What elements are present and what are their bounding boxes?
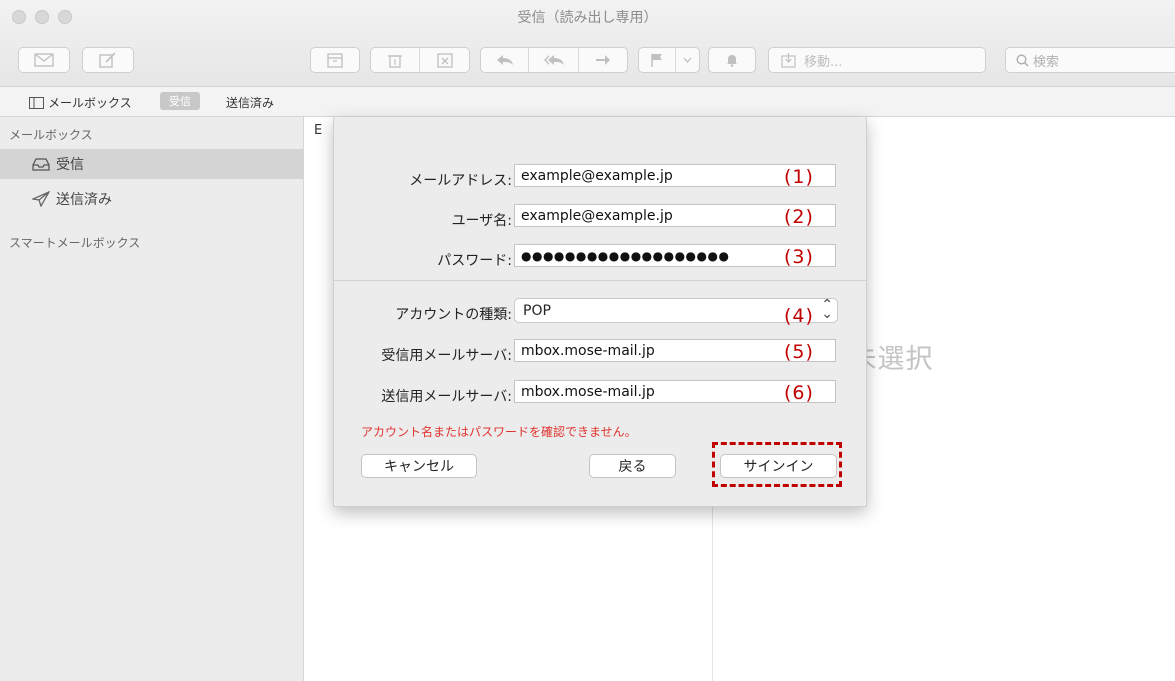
sidebar-item-inbox[interactable]: 受信 [0,149,303,179]
junk-button[interactable] [420,48,469,72]
smart-mailboxes-section-header: スマートメールボックス [9,236,141,250]
favorites-mailboxes-button[interactable]: メールボックス [29,94,132,111]
incoming-server-label: 受信用メールサーバ: [381,348,512,364]
move-to-mailbox-icon [781,52,796,68]
reply-icon [496,55,513,65]
annotation-6: (6) [784,382,814,404]
account-type-value: POP [523,302,551,319]
flag-group [638,47,700,73]
bell-icon [727,55,737,67]
move-button[interactable]: 移動... [768,47,986,73]
forward-arrow-icon [595,55,610,65]
email-label: メールアドレス: [409,173,512,189]
annotation-3: (3) [784,246,814,268]
sidebar-item-sent-label: 送信済み [56,192,112,208]
search-icon [1016,54,1029,66]
sidebar-toggle-icon [29,96,44,109]
username-value: example@example.jp [521,207,673,224]
search-placeholder: 検索 [1033,54,1060,70]
envelope-icon [34,53,54,67]
sidebar: メールボックス 受信 送信済み スマートメールボックス [0,117,304,681]
compose-icon [99,52,116,68]
inbox-tray-icon [32,157,50,171]
search-field[interactable]: 検索 [1005,47,1175,73]
reply-button[interactable] [481,48,530,72]
dialog-divider [334,280,866,281]
junk-icon [436,52,453,68]
annotation-5: (5) [784,341,814,363]
updown-chevron-icon: ⌃ ⌄ [821,297,833,322]
outgoing-server-label: 送信用メールサーバ: [381,389,512,405]
sidebar-item-inbox-label: 受信 [56,157,84,173]
reply-all-button[interactable] [529,48,579,72]
move-label: 移動... [804,54,843,70]
flag-button[interactable] [639,48,676,72]
paper-plane-icon [32,191,50,207]
account-type-label: アカウントの種類: [395,307,512,323]
cancel-button[interactable]: キャンセル [361,454,477,478]
sidebar-item-sent[interactable]: 送信済み [0,184,303,214]
archive-button[interactable] [310,47,360,73]
window-title: 受信（読み出し専用） [517,10,658,26]
username-label: ユーザ名: [451,213,512,229]
title-bar: 受信（読み出し専用） 移動... 検索 [0,0,1175,87]
flag-icon [651,54,662,67]
incoming-server-value: mbox.mose-mail.jp [521,342,655,359]
list-sort-header[interactable]: E [314,123,322,138]
get-mail-button[interactable] [18,47,70,73]
chevron-down-icon [683,57,692,63]
favorites-inbox-button[interactable]: 受信 [160,92,200,110]
annotation-2: (2) [784,206,814,228]
sign-in-highlight-box [712,442,842,487]
favorites-sent-button[interactable]: 送信済み [226,94,274,111]
mute-button[interactable] [708,47,756,73]
archive-icon [327,52,343,68]
password-value: ●●●●●●●●●●●●●●●●●●● [521,248,730,263]
forward-button[interactable] [579,48,627,72]
password-label: パスワード: [437,253,512,269]
reply-forward-group [480,47,628,73]
annotation-1: (1) [784,166,814,188]
delete-button[interactable] [371,48,421,72]
outgoing-server-value: mbox.mose-mail.jp [521,383,655,400]
trash-icon [388,54,402,68]
back-button[interactable]: 戻る [589,454,676,478]
mailboxes-section-header: メールボックス [9,128,93,142]
error-message: アカウント名またはパスワードを確認できません。 [361,425,637,439]
email-value: example@example.jp [521,167,673,184]
compose-button[interactable] [82,47,134,73]
mail-window: 受信（読み出し専用） 移動... 検索 メールボックス 受信 送信済み メールボ… [0,0,1175,681]
favorites-mailboxes-label: メールボックス [48,96,132,110]
reply-all-icon [543,55,564,65]
flag-menu-button[interactable] [676,48,699,72]
annotation-4: (4) [784,305,814,327]
favorites-bar: メールボックス 受信 送信済み [0,87,1175,117]
delete-junk-group [370,47,470,73]
